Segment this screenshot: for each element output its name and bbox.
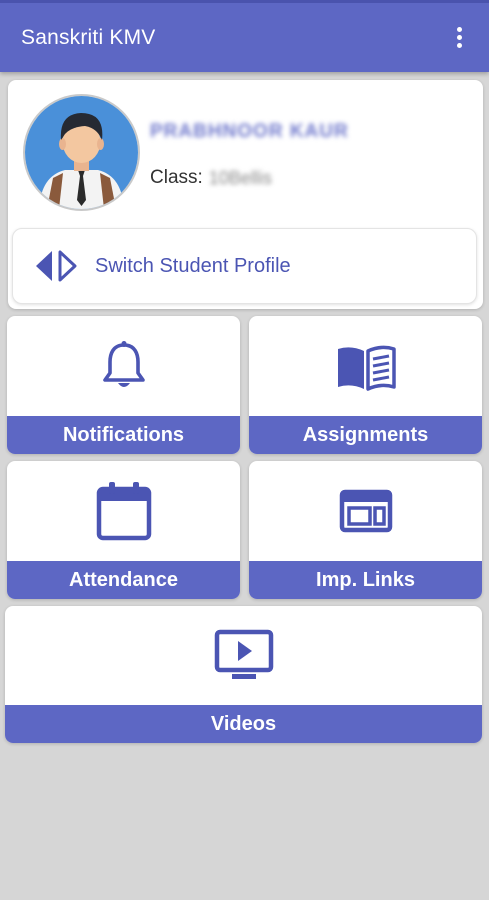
switch-arrows-icon [36, 250, 77, 282]
assignments-label: Assignments [249, 416, 482, 454]
imp-links-tile[interactable]: Imp. Links [249, 461, 482, 599]
class-label: Class: [150, 167, 203, 188]
calendar-icon [96, 482, 151, 541]
class-value: 10Bellis [208, 167, 272, 188]
video-play-icon [214, 629, 273, 679]
class-row: Class: 10Bellis [150, 167, 272, 189]
switch-student-profile-button[interactable]: Switch Student Profile [12, 228, 477, 304]
student-avatar-icon [23, 94, 140, 211]
attendance-label: Attendance [7, 561, 240, 599]
switch-profile-label: Switch Student Profile [95, 254, 291, 277]
student-name: PRABHNOOR KAUR [150, 121, 349, 142]
book-open-icon [337, 345, 396, 391]
videos-label: Videos [5, 705, 482, 743]
notifications-tile[interactable]: Notifications [7, 316, 240, 454]
bell-icon [102, 341, 145, 387]
app-title: Sanskriti KMV [21, 25, 156, 49]
videos-tile[interactable]: Videos [5, 606, 482, 743]
imp-links-label: Imp. Links [249, 561, 482, 599]
more-vertical-icon[interactable] [447, 23, 471, 53]
notifications-label: Notifications [7, 416, 240, 454]
attendance-tile[interactable]: Attendance [7, 461, 240, 599]
app-bar: Sanskriti KMV [0, 0, 489, 72]
web-links-icon [339, 489, 392, 533]
assignments-tile[interactable]: Assignments [249, 316, 482, 454]
student-profile-card: PRABHNOOR KAUR Class: 10Bellis Switch St… [8, 80, 483, 309]
